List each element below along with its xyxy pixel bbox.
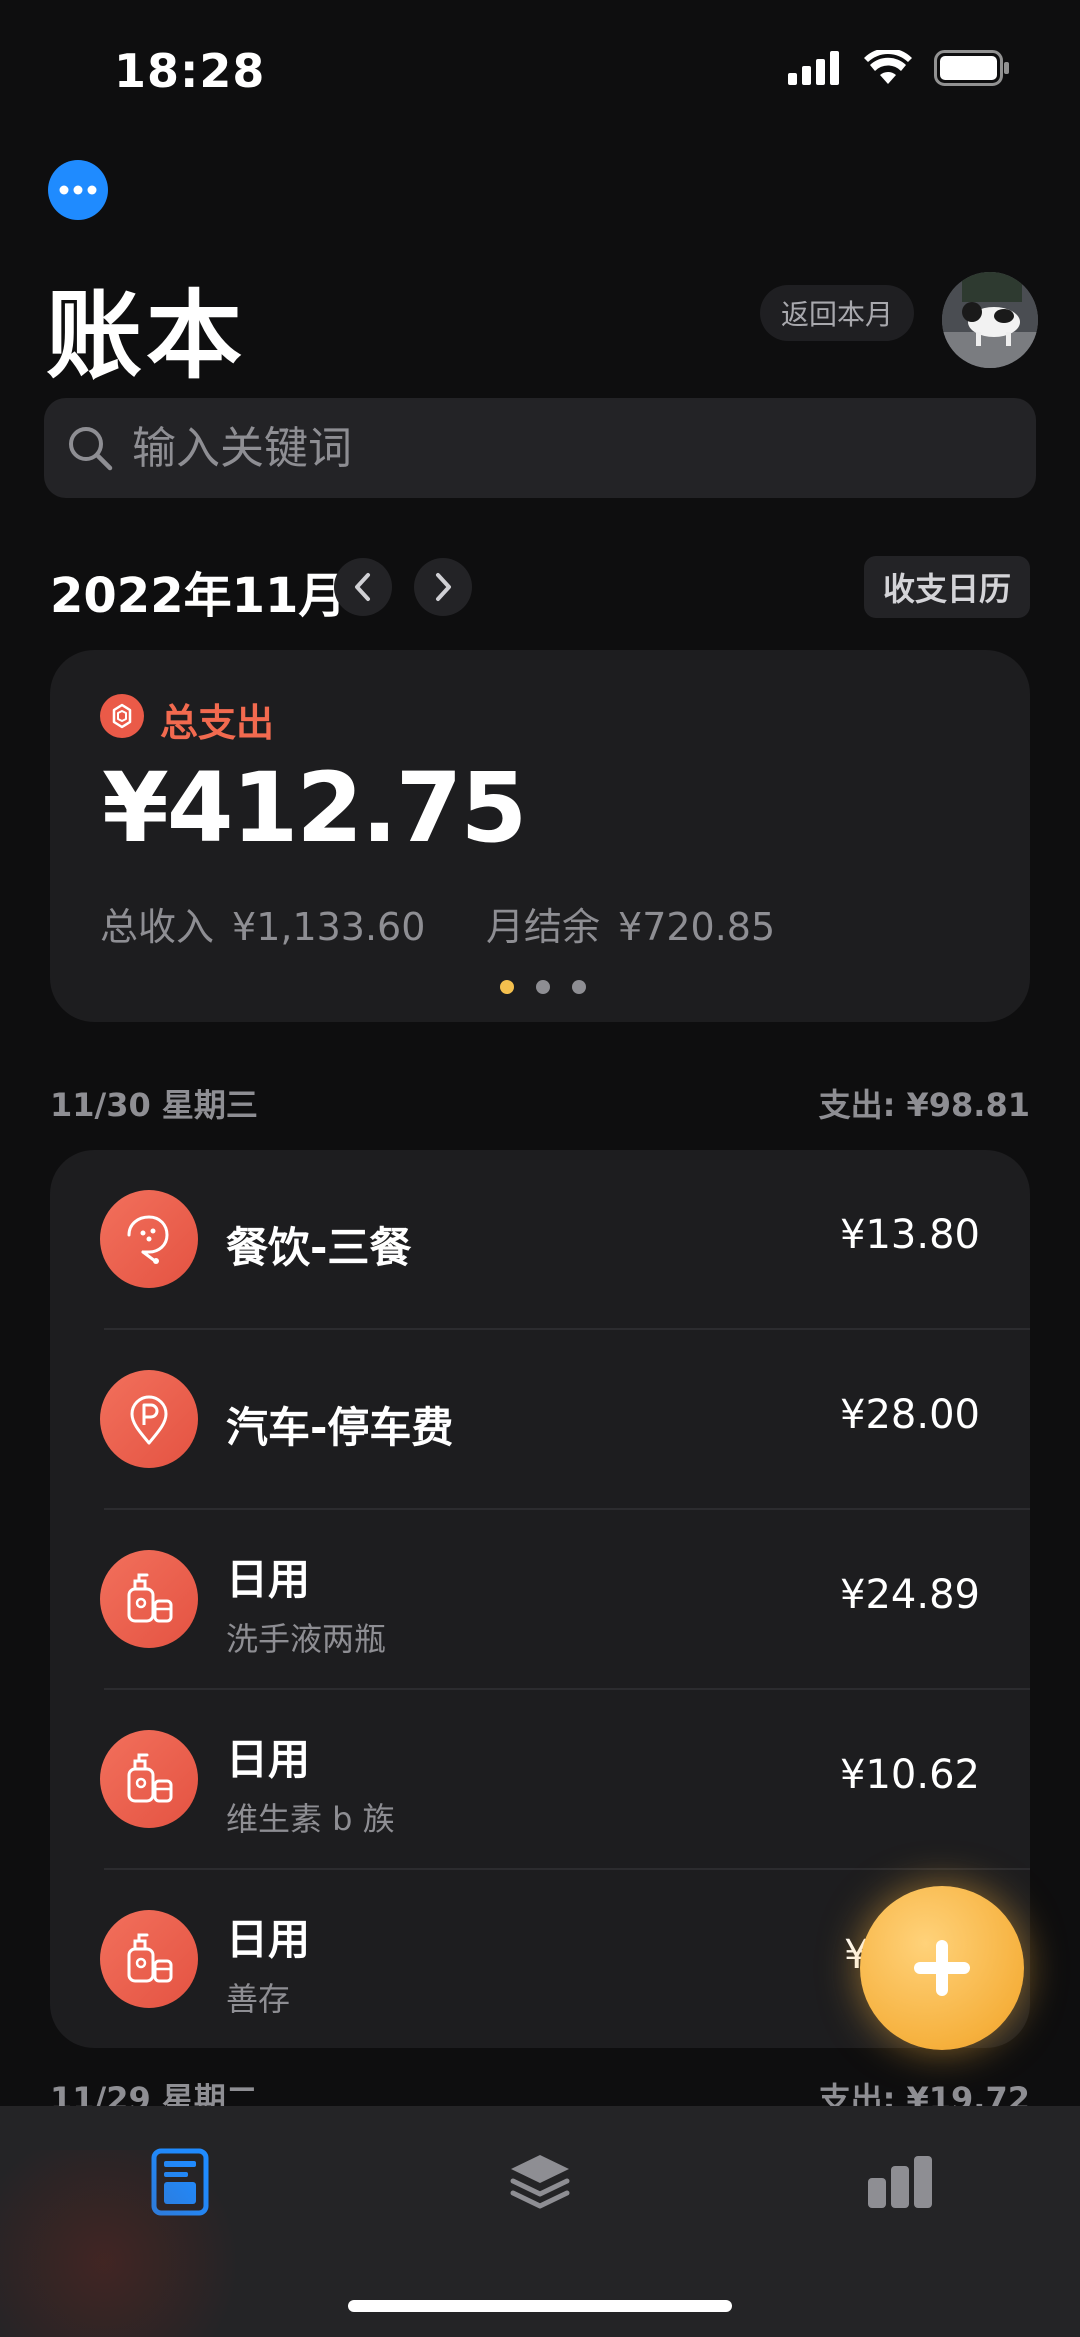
more-button[interactable] [48, 160, 108, 220]
entry-note: 洗手液两瓶 [226, 1620, 387, 1658]
entry-note: 善存 [226, 1980, 291, 2018]
avatar[interactable] [942, 272, 1038, 368]
page-dot-active [500, 980, 514, 994]
total-expense-label: 总支出 [160, 701, 275, 745]
entry-amount: ¥13.80 [840, 1212, 980, 1258]
bar-chart-icon [868, 2156, 932, 2208]
cellular-signal-icon [788, 51, 839, 85]
day-date: 11/30 星期三 [50, 1086, 258, 1124]
entry-amount: ¥24.89 [840, 1572, 980, 1618]
total-expense-amount: ¥412.75 [102, 752, 527, 864]
day-expense-total: 支出: ¥98.81 [818, 1086, 1030, 1124]
page-title: 账本 [46, 280, 246, 392]
income-expense-calendar-button[interactable]: 收支日历 [864, 556, 1030, 618]
meal-icon [100, 1190, 198, 1288]
wifi-icon [864, 50, 912, 84]
monthly-balance-label: 月结余 [486, 905, 601, 949]
layers-icon [510, 2155, 570, 2209]
daily-goods-icon [100, 1550, 198, 1648]
list-item[interactable]: 汽车-停车费 ¥28.00 [50, 1330, 1030, 1510]
status-time: 18:28 [114, 44, 266, 98]
list-item[interactable]: 日用 维生素 b 族 ¥10.62 [50, 1690, 1030, 1870]
background-glow [0, 2150, 260, 2337]
back-to-month-button[interactable]: 返回本月 [760, 285, 914, 341]
entry-amount: ¥28.00 [840, 1392, 980, 1438]
page-indicator[interactable] [500, 980, 586, 994]
expense-category-icon [100, 694, 144, 738]
search-icon [69, 427, 113, 471]
avatar-image [942, 272, 1038, 368]
entry-title: 日用 [226, 1735, 311, 1784]
status-icons [788, 50, 1010, 86]
chevron-left-icon [355, 573, 370, 601]
list-item[interactable]: 日用 洗手液两瓶 ¥24.89 [50, 1510, 1030, 1690]
entry-title: 日用 [226, 1915, 311, 1964]
total-income: 总收入 ¥1,133.60 [100, 896, 425, 951]
more-dots-icon [59, 185, 97, 195]
entry-title: 日用 [226, 1555, 311, 1604]
daily-goods-icon [100, 1910, 198, 2008]
battery-icon [934, 50, 1009, 86]
tab-layers[interactable] [500, 2142, 580, 2222]
app-screen: 18:28 账本 返回本月 输入关键词 2022年11月 收支日历 总支出 ¥4… [0, 0, 1080, 2337]
daily-goods-icon [100, 1730, 198, 1828]
previous-month-button[interactable] [334, 558, 392, 616]
plus-icon [914, 1940, 970, 1996]
add-entry-button[interactable] [860, 1886, 1024, 2050]
home-indicator[interactable] [348, 2300, 732, 2312]
tab-statistics[interactable] [860, 2142, 940, 2222]
total-income-label: 总收入 [100, 905, 215, 949]
entry-note: 维生素 b 族 [226, 1800, 395, 1838]
page-dot [572, 980, 586, 994]
chevron-right-icon [436, 573, 451, 601]
entry-title: 餐饮-三餐 [226, 1223, 412, 1272]
page-dot [536, 980, 550, 994]
month-label: 2022年11月 [50, 568, 347, 624]
search-bar[interactable] [44, 398, 1036, 498]
entry-amount: ¥10.62 [840, 1752, 980, 1798]
total-income-value: ¥1,133.60 [232, 905, 426, 949]
parking-icon [100, 1370, 198, 1468]
list-item[interactable]: 餐饮-三餐 ¥13.80 [50, 1150, 1030, 1330]
entry-title: 汽车-停车费 [226, 1403, 454, 1452]
monthly-balance: 月结余 ¥720.85 [486, 896, 775, 951]
search-input[interactable] [132, 422, 1036, 474]
monthly-balance-value: ¥720.85 [618, 905, 776, 949]
next-month-button[interactable] [414, 558, 472, 616]
